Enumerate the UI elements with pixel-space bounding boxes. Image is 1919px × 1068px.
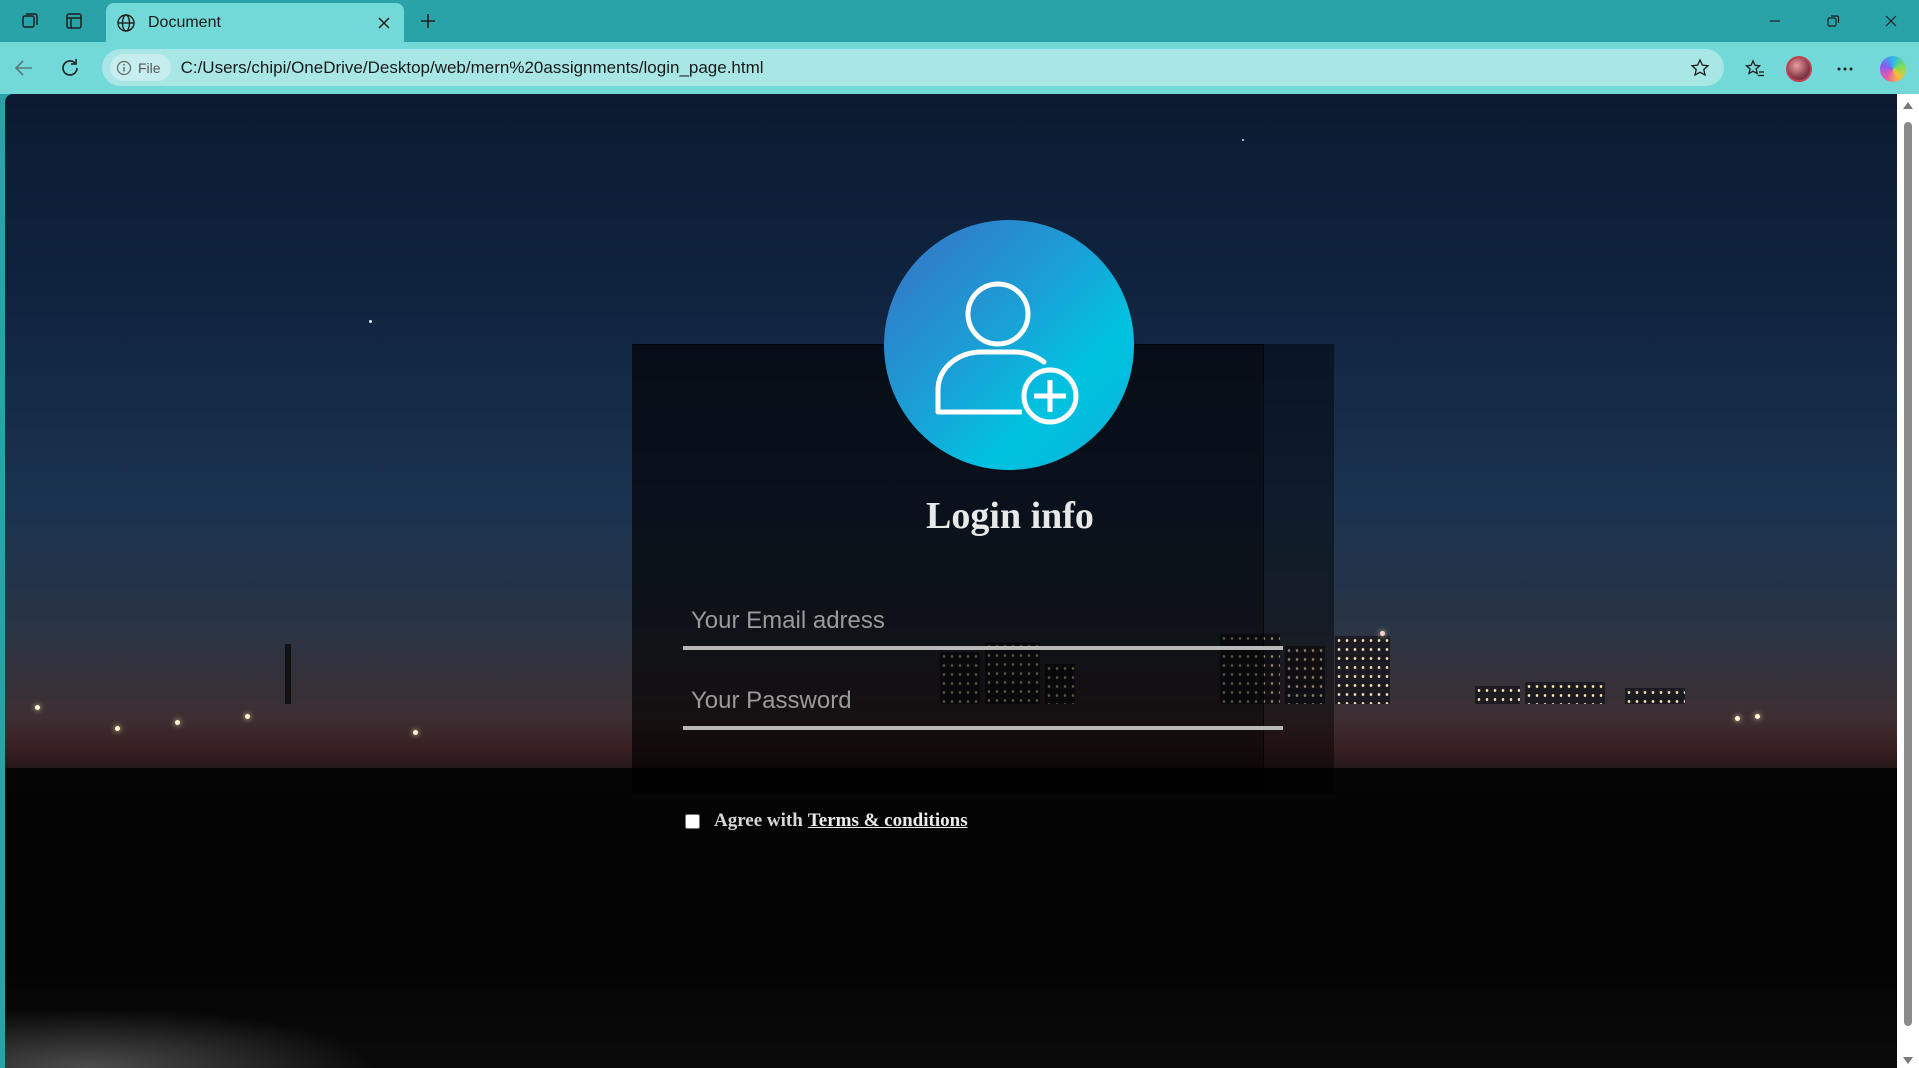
browser-toolbar: File C:/Users/chipi/OneDrive/Desktop/web… [0, 42, 1919, 94]
agree-label: Agree with [714, 810, 803, 831]
email-input[interactable] [683, 596, 1283, 650]
favorites-icon [1744, 59, 1764, 77]
terms-link[interactable]: Terms & conditions [808, 810, 968, 832]
more-icon [1837, 67, 1853, 71]
scheme-label: File [138, 59, 161, 76]
site-info-button[interactable]: File [110, 54, 171, 81]
minimize-button[interactable] [1752, 0, 1798, 42]
back-button[interactable] [8, 52, 40, 84]
new-tab-button[interactable] [412, 6, 444, 36]
close-icon [1885, 15, 1897, 27]
tab-close-button[interactable] [374, 13, 394, 33]
back-icon [14, 60, 32, 76]
tab-actions-icon [66, 13, 82, 29]
foreground-snow [5, 998, 425, 1068]
tab-document[interactable]: Document [106, 3, 404, 42]
password-input[interactable] [683, 676, 1283, 730]
workspaces-icon [22, 13, 38, 28]
tab-title: Document [148, 13, 221, 31]
page-scrollbar[interactable] [1897, 94, 1919, 1068]
info-icon [116, 60, 132, 75]
workspaces-button[interactable] [14, 6, 46, 36]
background-star [369, 320, 372, 323]
favorite-button[interactable] [1688, 56, 1712, 80]
close-icon [378, 16, 390, 29]
copilot-icon [1880, 56, 1906, 82]
tab-actions-button[interactable] [58, 6, 90, 36]
url-text[interactable]: C:/Users/chipi/OneDrive/Desktop/web/mern… [181, 58, 764, 78]
copilot-button[interactable] [1876, 52, 1910, 86]
refresh-icon [62, 59, 78, 76]
favorite-star-icon [1690, 58, 1710, 77]
globe-icon [117, 13, 135, 32]
terms-agreement: Agree with Terms & conditions [685, 810, 968, 832]
scroll-thumb[interactable] [1904, 122, 1912, 1026]
scroll-up-arrow[interactable] [1903, 102, 1913, 109]
avatar [1786, 56, 1812, 82]
favorites-button[interactable] [1738, 52, 1772, 86]
minimize-icon [1770, 20, 1780, 22]
plus-icon [421, 14, 435, 28]
restore-button[interactable] [1810, 0, 1856, 42]
login-title: Login info [926, 495, 1094, 537]
background-star [1242, 139, 1244, 141]
more-menu-button[interactable] [1828, 52, 1862, 86]
close-window-button[interactable] [1868, 0, 1914, 42]
profile-button[interactable] [1782, 52, 1816, 86]
terms-checkbox[interactable] [685, 813, 700, 829]
address-bar[interactable]: File C:/Users/chipi/OneDrive/Desktop/web… [102, 49, 1724, 86]
user-add-icon [935, 281, 1079, 425]
tab-bar: Document [0, 0, 1919, 42]
refresh-button[interactable] [54, 52, 86, 84]
scroll-down-arrow[interactable] [1903, 1057, 1913, 1064]
profile-badge [884, 220, 1134, 470]
restore-icon [1827, 15, 1840, 27]
